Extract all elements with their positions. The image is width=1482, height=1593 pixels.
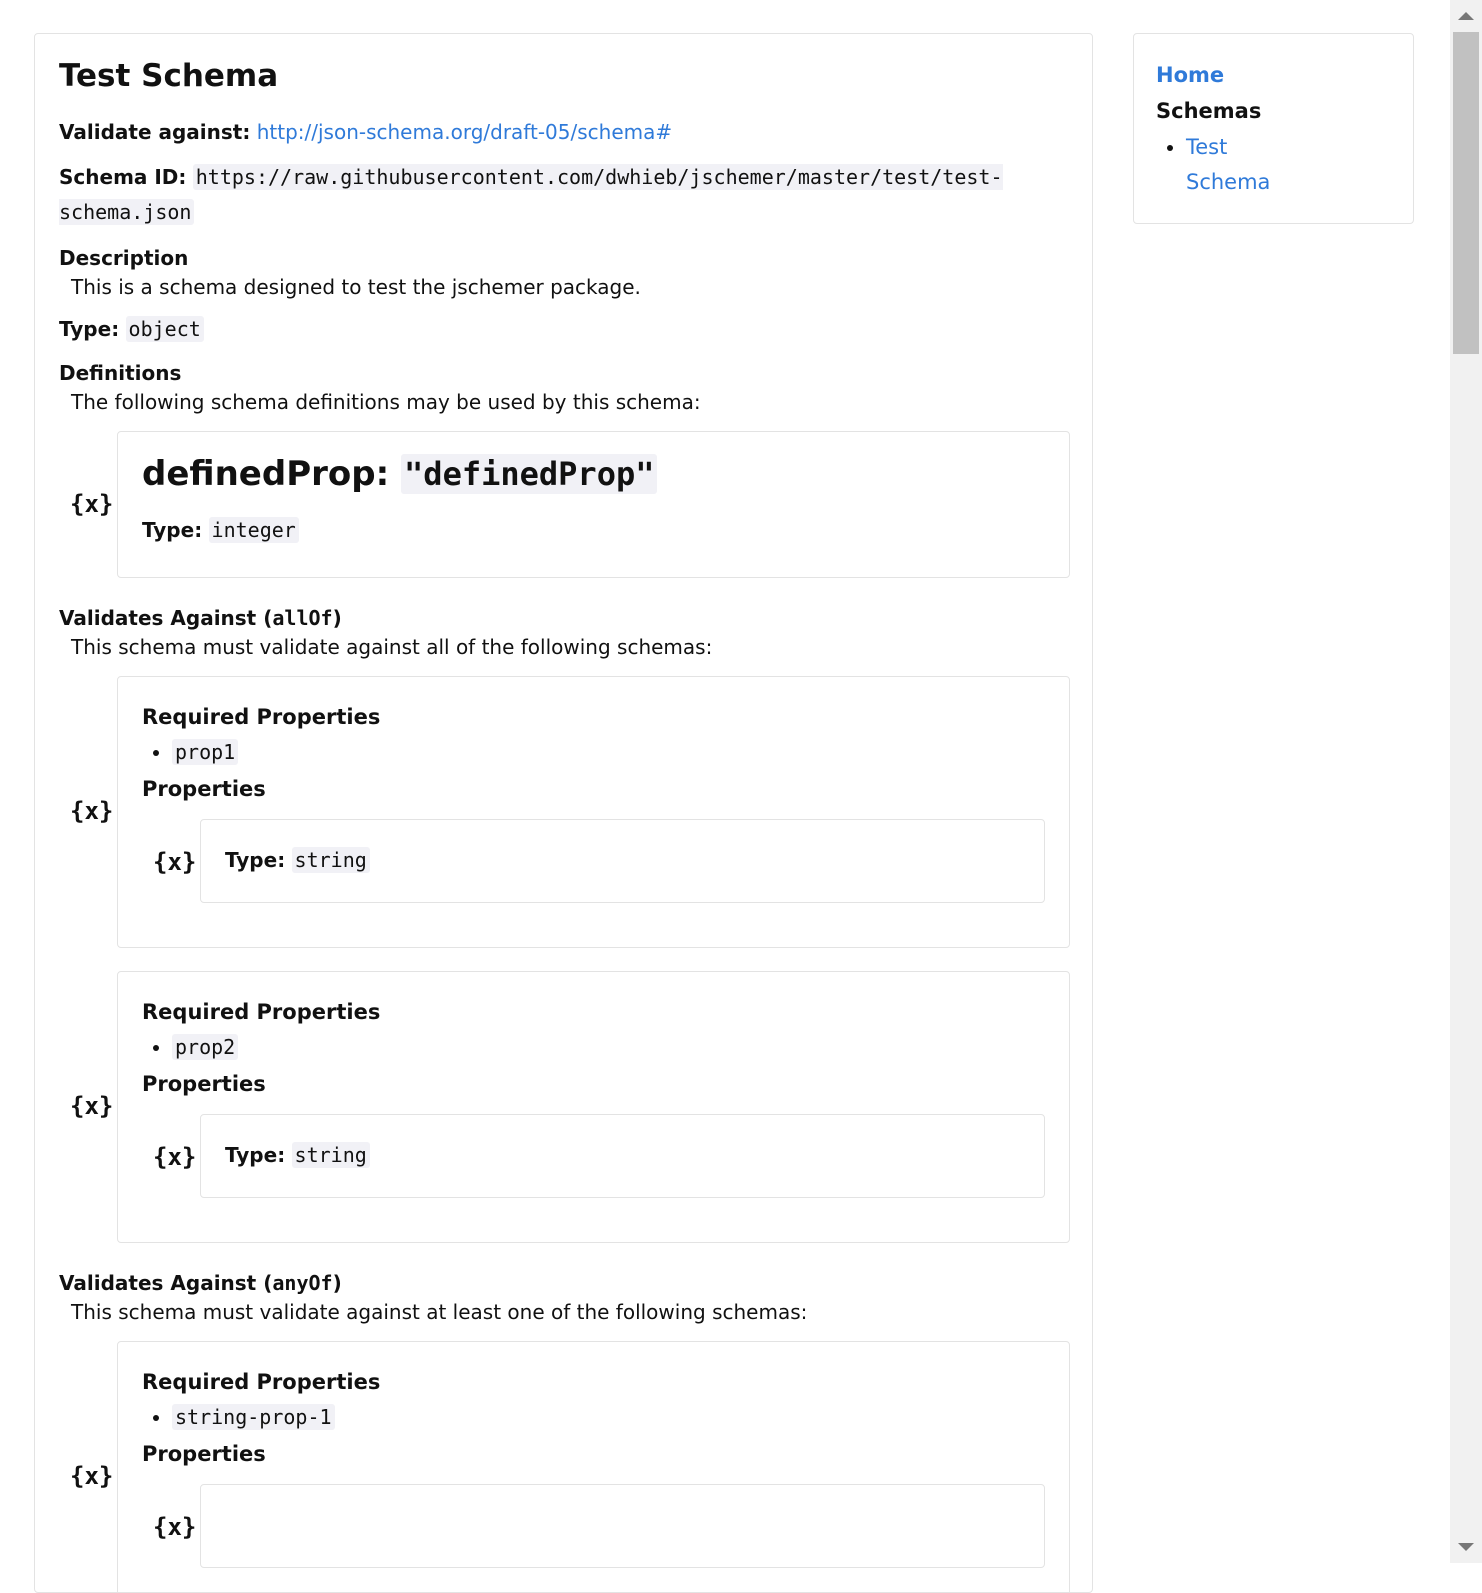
scrollbar[interactable] (1450, 0, 1482, 1563)
validate-against-row: Validate against: http://json-schema.org… (59, 115, 1070, 150)
list-item: prop1 (172, 737, 1045, 767)
description-text: This is a schema designed to test the js… (71, 275, 641, 299)
required-property: string-prop-1 (172, 1404, 335, 1430)
page-title: Test Schema (59, 58, 279, 94)
property-type-row: Type: string (225, 844, 1020, 876)
property-card: {x} Type: string (153, 1114, 1045, 1198)
scroll-up-arrow-icon[interactable] (1458, 12, 1474, 20)
property-type-label: Type: (225, 1143, 286, 1167)
allof-schema-card: {x} Required Properties prop2 Properties… (70, 971, 1070, 1243)
required-properties-list: prop2 (142, 1032, 1045, 1062)
main-panel: Test Schema Validate against: http://jso… (34, 33, 1093, 1593)
definition-type-label: Type: (142, 518, 203, 542)
definition-key: "definedProp" (401, 454, 658, 494)
allof-keyword: allOf (272, 606, 333, 630)
validate-against-link[interactable]: http://json-schema.org/draft-05/schema# (257, 120, 672, 144)
allof-text: This schema must validate against all of… (71, 635, 713, 659)
property-type-value: string (291, 1142, 370, 1168)
definition-type-value: integer (208, 517, 299, 543)
required-property: prop2 (172, 1034, 239, 1060)
type-row: Type: object (59, 312, 1070, 347)
anyof-heading-prefix: Validates Against ( (59, 1271, 273, 1295)
anyof-keyword: anyOf (272, 1271, 333, 1295)
scroll-down-arrow-icon[interactable] (1458, 1543, 1474, 1551)
anyof-schema-card: {x} Required Properties string-prop-1 Pr… (70, 1341, 1070, 1592)
definition-name: definedProp: (142, 454, 390, 494)
property-type-row: Type: string (225, 1139, 1020, 1171)
description-heading: Description (59, 246, 189, 270)
anyof-heading: Validates Against (anyOf) (59, 1269, 1070, 1297)
schema-id-row: Schema ID: https://raw.githubusercontent… (59, 160, 1070, 230)
properties-heading: Properties (142, 777, 266, 801)
schema-link[interactable]: Test Schema (1186, 135, 1270, 194)
validate-against-label: Validate against: (59, 120, 251, 144)
allof-heading-prefix: Validates Against ( (59, 606, 273, 630)
sidebar-item-test-schema: Test Schema (1186, 130, 1296, 200)
schema-braces-icon: {x} (153, 1143, 197, 1171)
required-properties-list: prop1 (142, 737, 1045, 767)
schema-braces-icon: {x} (70, 797, 114, 825)
schema-braces-icon: {x} (70, 1092, 114, 1120)
properties-heading: Properties (142, 1072, 266, 1096)
definition-type-row: Type: integer (142, 514, 1045, 546)
type-value: object (125, 316, 204, 342)
definition-title: definedProp: "definedProp" (142, 450, 1045, 498)
required-properties-heading: Required Properties (142, 705, 381, 729)
anyof-heading-suffix: ) (332, 1271, 342, 1295)
allof-heading: Validates Against (allOf) (59, 604, 1070, 632)
property-type-value: string (291, 847, 370, 873)
list-item: string-prop-1 (172, 1402, 1045, 1432)
anyof-text: This schema must validate against at lea… (71, 1300, 808, 1324)
schemas-heading: Schemas (1156, 99, 1262, 123)
scrollbar-thumb[interactable] (1453, 32, 1479, 354)
required-property: prop1 (172, 739, 239, 765)
required-properties-list: string-prop-1 (142, 1402, 1045, 1432)
schemas-list: Test Schema (1156, 130, 1391, 200)
allof-heading-suffix: ) (332, 606, 342, 630)
property-card: {x} Type: string (153, 819, 1045, 903)
definitions-text: The following schema definitions may be … (71, 390, 701, 414)
required-properties-heading: Required Properties (142, 1000, 381, 1024)
list-item: prop2 (172, 1032, 1045, 1062)
schema-id-label: Schema ID: (59, 165, 187, 189)
properties-heading: Properties (142, 1442, 266, 1466)
property-type-label: Type: (225, 848, 286, 872)
sidebar: Home Schemas Test Schema (1133, 33, 1414, 224)
schema-braces-icon: {x} (153, 1513, 197, 1541)
schema-braces-icon: {x} (153, 848, 197, 876)
schema-id-value: https://raw.githubusercontent.com/dwhieb… (59, 164, 1003, 225)
allof-schema-card: {x} Required Properties prop1 Properties… (70, 676, 1070, 948)
definitions-heading: Definitions (59, 361, 182, 385)
type-label: Type: (59, 317, 120, 341)
property-card: {x} (153, 1484, 1045, 1568)
required-properties-heading: Required Properties (142, 1370, 381, 1394)
schema-braces-icon: {x} (70, 490, 114, 518)
home-link[interactable]: Home (1156, 60, 1391, 90)
schema-braces-icon: {x} (70, 1462, 114, 1490)
definition-card: {x} definedProp: "definedProp" Type: int… (70, 431, 1070, 578)
